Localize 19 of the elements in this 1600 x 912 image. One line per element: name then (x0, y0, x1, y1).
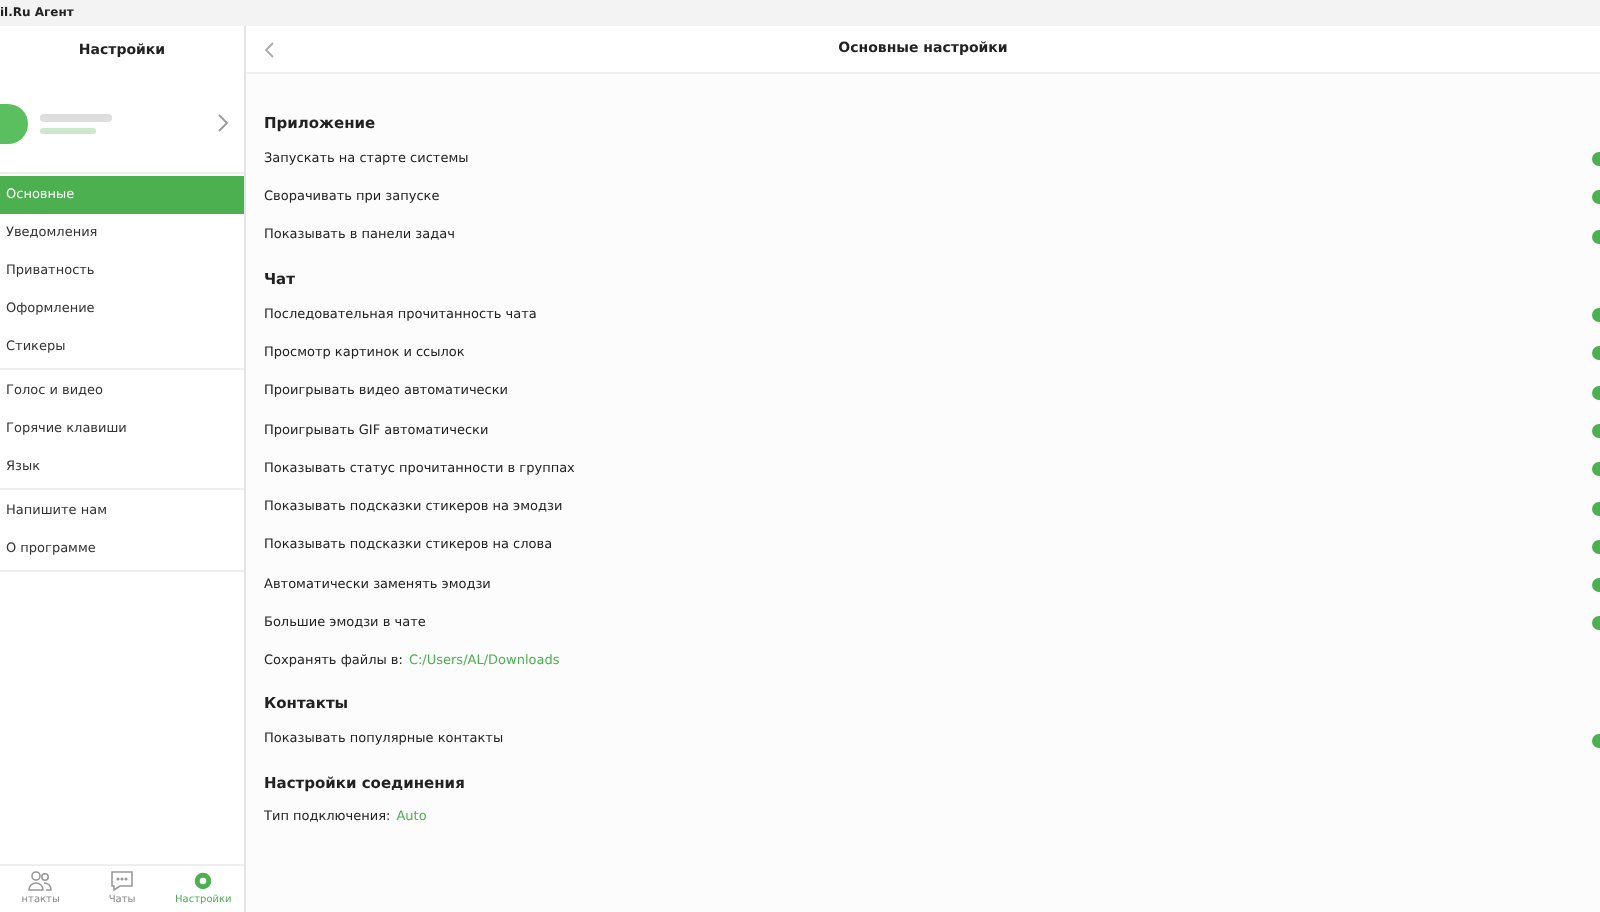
people-icon (28, 869, 53, 892)
toggle-switch[interactable] (1592, 308, 1600, 323)
toggle-switch[interactable] (1592, 229, 1600, 244)
blurred-profile-text (40, 113, 112, 133)
back-icon[interactable] (264, 41, 274, 57)
toggle-switch[interactable] (1592, 616, 1600, 631)
toggle-switch[interactable] (1592, 578, 1600, 593)
toggle-switch[interactable] (1592, 190, 1600, 205)
toggle-switch[interactable] (1592, 346, 1600, 361)
toggle-switch[interactable] (1592, 501, 1600, 516)
toggle-switch[interactable] (1592, 539, 1600, 554)
toggle-switch[interactable] (1592, 733, 1600, 748)
toggle-switch[interactable] (1592, 423, 1600, 438)
chat-bubble-icon (110, 869, 134, 892)
toggle-switch[interactable] (1592, 385, 1600, 400)
toggle-switch[interactable] (1592, 152, 1600, 167)
chevron-right-icon (218, 114, 228, 132)
avatar (0, 103, 28, 143)
toggle-switch[interactable] (1592, 462, 1600, 477)
